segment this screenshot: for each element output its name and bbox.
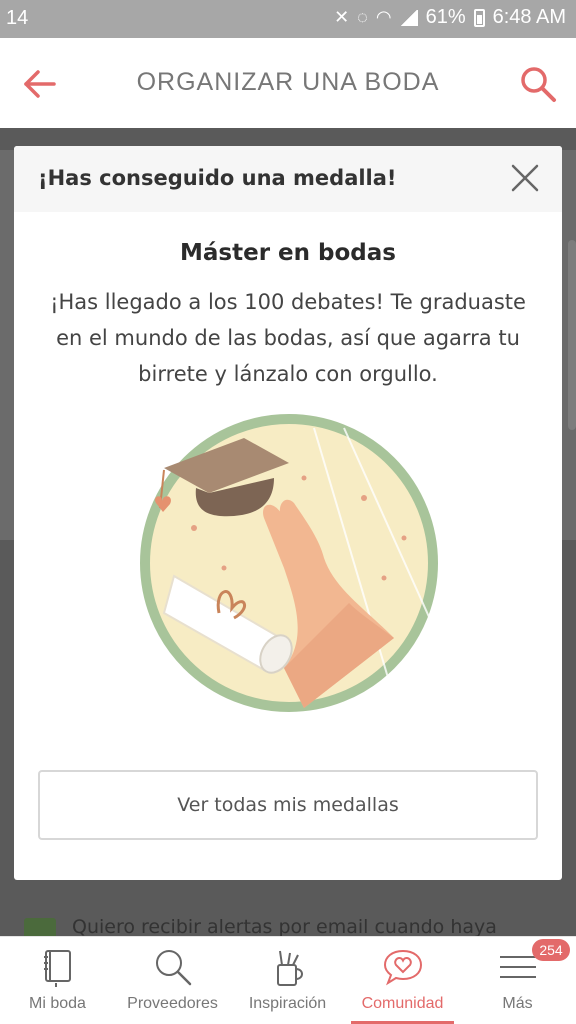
email-alert-checkbox <box>24 918 56 936</box>
nav-item-comunidad[interactable]: Comunidad <box>345 937 460 1024</box>
medal-dialog: ¡Has conseguido una medalla! Máster en b… <box>14 146 562 880</box>
nav-item-proveedores[interactable]: Proveedores <box>115 937 230 1024</box>
search-icon <box>155 950 191 986</box>
clock: 6:48 AM <box>492 6 566 28</box>
signal-icon <box>399 9 418 26</box>
email-alert-label: Quiero recibir alertas por email cuando … <box>72 918 497 936</box>
status-icons: ✕ ◌ ◠ 61% 6:48 AM <box>334 6 566 29</box>
dialog-title: ¡Has conseguido una medalla! <box>38 166 397 190</box>
status-bar: 14 ✕ ◌ ◠ 61% 6:48 AM <box>0 0 576 38</box>
battery-percent: 61% <box>425 6 466 28</box>
background-scrollbar <box>568 240 576 430</box>
nav-label: Inspiración <box>248 995 327 1012</box>
see-all-medals-button[interactable]: Ver todas mis medallas <box>38 770 538 840</box>
notification-count: 14 <box>6 7 29 29</box>
mute-icon: ✕ <box>334 7 350 27</box>
dialog-header: ¡Has conseguido una medalla! <box>14 146 562 212</box>
pencil-cup-icon <box>276 950 303 986</box>
medal-title: Máster en bodas <box>180 240 396 266</box>
nav-item-inspiracion[interactable]: Inspiración <box>230 937 345 1024</box>
close-icon[interactable] <box>510 163 540 193</box>
nav-item-mi-boda[interactable]: Mi boda <box>0 937 115 1024</box>
nav-item-mas[interactable]: 254 Más <box>460 937 575 1024</box>
medal-description: ¡Has llegado a los 100 debates! Te gradu… <box>50 290 526 386</box>
nav-label: Más <box>502 995 533 1012</box>
nav-label: Comunidad <box>361 995 444 1012</box>
graduation-medal-illustration <box>140 414 438 712</box>
volte-icon: ◌ <box>357 7 368 27</box>
app-bar: ORGANIZAR UNA BODA <box>0 38 576 128</box>
battery-icon <box>473 8 485 27</box>
wifi-icon: ◠ <box>375 7 392 27</box>
bottom-navigation: Mi boda Proveedores Inspiración Comunida… <box>0 936 576 1024</box>
notebook-icon <box>43 950 71 987</box>
search-icon[interactable] <box>518 64 558 104</box>
email-alert-row: Quiero recibir alertas por email cuando … <box>24 918 576 936</box>
chat-heart-icon <box>383 949 422 986</box>
notification-badge: 254 <box>532 939 570 961</box>
nav-label: Proveedores <box>127 995 218 1012</box>
nav-label: Mi boda <box>29 995 86 1012</box>
page-title: ORGANIZAR UNA BODA <box>136 68 440 96</box>
